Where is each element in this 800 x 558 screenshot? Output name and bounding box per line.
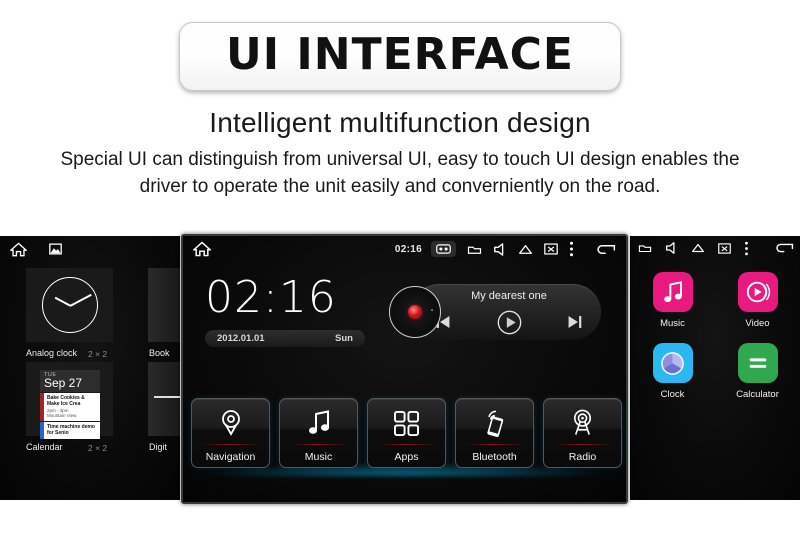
- radio-tower-icon: [569, 408, 596, 438]
- app-grid: Music Video Clock Calculator: [630, 272, 800, 400]
- center-screen: 02:16 02:16 2012.01.01 Sun My dearest on…: [181, 234, 628, 504]
- right-screen: Music Video Clock Calculator: [630, 236, 800, 500]
- clock-sphere-icon: [652, 343, 693, 383]
- center-statusbar: 02:16: [183, 236, 626, 262]
- widget-label-digital: Digit: [149, 442, 168, 452]
- left-statusbar: [0, 236, 180, 262]
- eject-icon[interactable]: [691, 243, 705, 253]
- widget-label-analog-clock: Analog clock: [26, 348, 78, 358]
- equals-icon: [737, 343, 778, 383]
- back-icon[interactable]: [775, 242, 794, 254]
- app-calculator[interactable]: Calculator: [715, 343, 800, 400]
- clock-date: 2012.01.01: [217, 333, 265, 344]
- calendar-event: Bake Cookies & Make Ice Crea 2pm - 3pm M…: [40, 393, 100, 422]
- widget-preview-digital[interactable]: [148, 362, 180, 436]
- clock-widget[interactable]: 02:16 2012.01.01 Sun: [205, 276, 365, 347]
- phone-link-icon: [481, 408, 509, 438]
- grid-apps-icon: [394, 408, 419, 438]
- screen-off-icon[interactable]: [544, 243, 558, 255]
- promo-page: UI INTERFACE Intelligent multifunction d…: [0, 0, 800, 558]
- music-note-icon: [652, 272, 693, 312]
- description-line-2: driver to operate the unit easily and co…: [139, 176, 661, 198]
- tile-label: Radio: [568, 451, 597, 463]
- calendar-header: TUE Sep 27: [40, 370, 100, 392]
- widget-size-analog-clock: 2 × 2: [88, 349, 108, 359]
- tile-bluetooth[interactable]: Bluetooth: [455, 398, 534, 468]
- music-note-icon: [307, 408, 331, 438]
- skip-next-icon[interactable]: [566, 315, 583, 329]
- tile-music[interactable]: Music: [279, 398, 358, 468]
- tile-label: Bluetooth: [472, 451, 517, 463]
- clock-datebar: 2012.01.01 Sun: [205, 330, 365, 347]
- page-subtitle: Intelligent multifunction design: [209, 107, 591, 139]
- clock-time: 02:16: [205, 272, 337, 323]
- widget-label-bookmark: Book: [149, 348, 170, 358]
- calendar-event-title: Bake Cookies & Make Ice Crea: [47, 395, 85, 408]
- title-plate: UI INTERFACE: [179, 22, 621, 92]
- page-description: Special UI can distinguish from universa…: [0, 147, 800, 201]
- widget-size-calendar: 2 × 2: [88, 443, 108, 453]
- volume-icon[interactable]: [493, 242, 507, 256]
- home-icon[interactable]: [10, 241, 27, 257]
- calendar-date: Sep 27: [44, 376, 83, 390]
- right-screen-reflection: Clock Calculator: [630, 500, 800, 558]
- home-icon[interactable]: [193, 241, 211, 257]
- page-header: UI INTERFACE Intelligent multifunction d…: [0, 0, 800, 201]
- clock-weekday: Sun: [335, 333, 353, 344]
- tile-navigation[interactable]: Navigation: [191, 398, 270, 468]
- cassette-icon[interactable]: [431, 241, 456, 257]
- more-vert-icon[interactable]: [569, 241, 574, 257]
- tile-label: Music: [304, 451, 333, 463]
- app-label: Clock: [660, 389, 685, 400]
- image-icon[interactable]: [49, 243, 62, 255]
- widget-label-calendar: Calendar: [26, 442, 63, 452]
- eject-icon[interactable]: [518, 244, 533, 255]
- description-line-1: Special UI can distinguish from universa…: [60, 149, 740, 171]
- app-tiles-row: Navigation Music Apps Bluetooth Radio: [191, 398, 622, 468]
- media-player-widget: My dearest one: [389, 284, 601, 340]
- tile-radio[interactable]: Radio: [543, 398, 622, 468]
- widget-preview-calendar[interactable]: TUE Sep 27 Bake Cookies & Make Ice Crea …: [26, 362, 113, 439]
- tile-label: Navigation: [205, 451, 256, 463]
- app-video[interactable]: Video: [715, 272, 800, 329]
- left-screen: Analog clock 2 × 2 TUE Sep 27 Bake Cooki…: [0, 236, 180, 500]
- widget-preview-bookmark[interactable]: [148, 268, 180, 342]
- vinyl-record-icon[interactable]: [389, 286, 441, 338]
- widget-preview-analog-clock[interactable]: [26, 268, 113, 342]
- media-track-title: My dearest one: [471, 290, 547, 302]
- screen-off-icon[interactable]: [718, 242, 731, 254]
- app-label: Music: [660, 318, 685, 329]
- volume-icon[interactable]: [665, 242, 678, 254]
- folder-icon[interactable]: [467, 244, 482, 255]
- app-music[interactable]: Music: [630, 272, 715, 329]
- play-icon[interactable]: [497, 310, 522, 335]
- video-play-icon: [737, 272, 778, 312]
- folder-icon[interactable]: [638, 243, 652, 253]
- media-controls: [435, 308, 583, 336]
- app-label: Video: [745, 318, 770, 329]
- back-icon[interactable]: [596, 243, 616, 256]
- screens-strip: Analog clock 2 × 2 TUE Sep 27 Bake Cooki…: [0, 234, 800, 558]
- tile-apps[interactable]: Apps: [367, 398, 446, 468]
- page-title: UI INTERFACE: [226, 29, 574, 80]
- calendar-event-title: Time machine demo for Senio: [47, 424, 95, 437]
- analog-clock-icon: [41, 277, 98, 333]
- location-pin-icon: [220, 408, 242, 438]
- left-screen-reflection: Calendar 2 × 2 Digit: [0, 500, 180, 558]
- tile-label: Apps: [394, 451, 419, 463]
- app-label: Calculator: [736, 389, 779, 400]
- calendar-event-place: Mountain View: [47, 413, 77, 419]
- right-statusbar: [630, 236, 800, 260]
- more-vert-icon[interactable]: [744, 241, 749, 256]
- statusbar-clock: 02:16: [394, 243, 422, 255]
- center-screen-reflection: Navigation Music Apps Bluetooth Radio: [181, 504, 628, 558]
- calendar-widget-preview: TUE Sep 27 Bake Cookies & Make Ice Crea …: [40, 370, 100, 439]
- calendar-event: Time machine demo for Senio: [40, 422, 100, 439]
- app-clock[interactable]: Clock: [630, 343, 715, 400]
